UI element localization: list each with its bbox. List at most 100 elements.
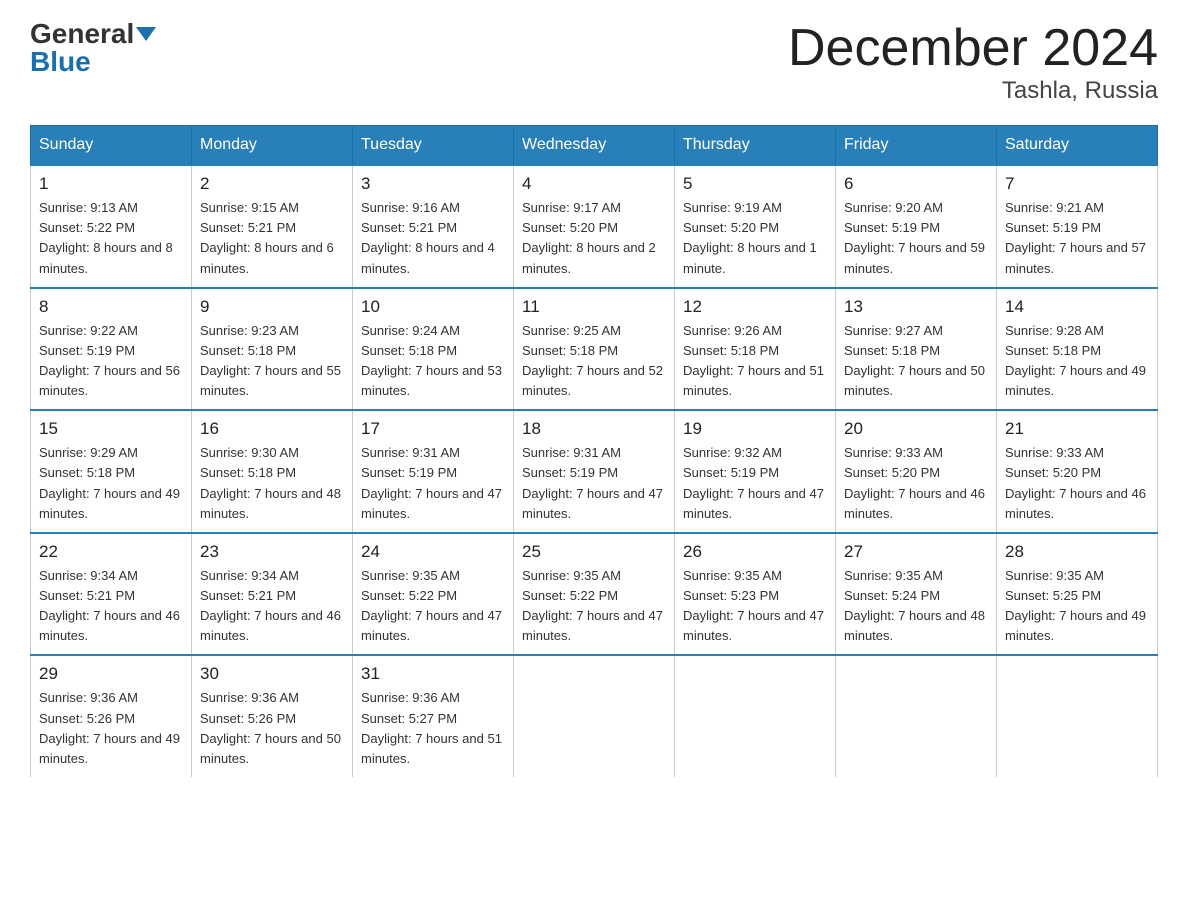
table-row: 4 Sunrise: 9:17 AMSunset: 5:20 PMDayligh…	[514, 165, 675, 288]
col-friday: Friday	[836, 126, 997, 166]
table-row: 23 Sunrise: 9:34 AMSunset: 5:21 PMDaylig…	[192, 533, 353, 656]
table-row: 19 Sunrise: 9:32 AMSunset: 5:19 PMDaylig…	[675, 410, 836, 533]
table-row: 7 Sunrise: 9:21 AMSunset: 5:19 PMDayligh…	[997, 165, 1158, 288]
title-block: December 2024 Tashla, Russia	[788, 20, 1158, 105]
table-row: 1 Sunrise: 9:13 AMSunset: 5:22 PMDayligh…	[31, 165, 192, 288]
day-number: 27	[844, 542, 988, 562]
day-info: Sunrise: 9:23 AMSunset: 5:18 PMDaylight:…	[200, 323, 341, 398]
day-info: Sunrise: 9:36 AMSunset: 5:27 PMDaylight:…	[361, 690, 502, 765]
day-number: 25	[522, 542, 666, 562]
day-info: Sunrise: 9:24 AMSunset: 5:18 PMDaylight:…	[361, 323, 502, 398]
calendar-week-row: 15 Sunrise: 9:29 AMSunset: 5:18 PMDaylig…	[31, 410, 1158, 533]
day-info: Sunrise: 9:21 AMSunset: 5:19 PMDaylight:…	[1005, 200, 1146, 275]
table-row: 31 Sunrise: 9:36 AMSunset: 5:27 PMDaylig…	[353, 655, 514, 777]
day-info: Sunrise: 9:35 AMSunset: 5:22 PMDaylight:…	[522, 568, 663, 643]
col-thursday: Thursday	[675, 126, 836, 166]
logo-blue-text: Blue	[30, 48, 91, 76]
logo-triangle-icon	[136, 27, 156, 41]
day-number: 4	[522, 174, 666, 194]
day-number: 13	[844, 297, 988, 317]
day-number: 5	[683, 174, 827, 194]
table-row	[514, 655, 675, 777]
table-row: 8 Sunrise: 9:22 AMSunset: 5:19 PMDayligh…	[31, 288, 192, 411]
day-info: Sunrise: 9:28 AMSunset: 5:18 PMDaylight:…	[1005, 323, 1146, 398]
table-row: 28 Sunrise: 9:35 AMSunset: 5:25 PMDaylig…	[997, 533, 1158, 656]
table-row: 24 Sunrise: 9:35 AMSunset: 5:22 PMDaylig…	[353, 533, 514, 656]
day-info: Sunrise: 9:35 AMSunset: 5:22 PMDaylight:…	[361, 568, 502, 643]
table-row: 16 Sunrise: 9:30 AMSunset: 5:18 PMDaylig…	[192, 410, 353, 533]
day-info: Sunrise: 9:27 AMSunset: 5:18 PMDaylight:…	[844, 323, 985, 398]
day-number: 7	[1005, 174, 1149, 194]
day-number: 11	[522, 297, 666, 317]
day-info: Sunrise: 9:35 AMSunset: 5:23 PMDaylight:…	[683, 568, 824, 643]
day-number: 29	[39, 664, 183, 684]
day-info: Sunrise: 9:22 AMSunset: 5:19 PMDaylight:…	[39, 323, 180, 398]
day-number: 14	[1005, 297, 1149, 317]
day-number: 18	[522, 419, 666, 439]
day-info: Sunrise: 9:19 AMSunset: 5:20 PMDaylight:…	[683, 200, 817, 275]
calendar-week-row: 22 Sunrise: 9:34 AMSunset: 5:21 PMDaylig…	[31, 533, 1158, 656]
day-number: 12	[683, 297, 827, 317]
day-number: 19	[683, 419, 827, 439]
table-row: 5 Sunrise: 9:19 AMSunset: 5:20 PMDayligh…	[675, 165, 836, 288]
day-number: 23	[200, 542, 344, 562]
calendar-table: Sunday Monday Tuesday Wednesday Thursday…	[30, 125, 1158, 777]
day-info: Sunrise: 9:34 AMSunset: 5:21 PMDaylight:…	[200, 568, 341, 643]
day-info: Sunrise: 9:31 AMSunset: 5:19 PMDaylight:…	[361, 445, 502, 520]
calendar-title: December 2024	[788, 20, 1158, 77]
table-row: 13 Sunrise: 9:27 AMSunset: 5:18 PMDaylig…	[836, 288, 997, 411]
day-info: Sunrise: 9:26 AMSunset: 5:18 PMDaylight:…	[683, 323, 824, 398]
day-info: Sunrise: 9:33 AMSunset: 5:20 PMDaylight:…	[1005, 445, 1146, 520]
calendar-week-row: 29 Sunrise: 9:36 AMSunset: 5:26 PMDaylig…	[31, 655, 1158, 777]
day-info: Sunrise: 9:34 AMSunset: 5:21 PMDaylight:…	[39, 568, 180, 643]
day-info: Sunrise: 9:30 AMSunset: 5:18 PMDaylight:…	[200, 445, 341, 520]
table-row: 6 Sunrise: 9:20 AMSunset: 5:19 PMDayligh…	[836, 165, 997, 288]
calendar-week-row: 1 Sunrise: 9:13 AMSunset: 5:22 PMDayligh…	[31, 165, 1158, 288]
table-row: 14 Sunrise: 9:28 AMSunset: 5:18 PMDaylig…	[997, 288, 1158, 411]
day-info: Sunrise: 9:29 AMSunset: 5:18 PMDaylight:…	[39, 445, 180, 520]
day-info: Sunrise: 9:36 AMSunset: 5:26 PMDaylight:…	[200, 690, 341, 765]
day-number: 28	[1005, 542, 1149, 562]
table-row: 11 Sunrise: 9:25 AMSunset: 5:18 PMDaylig…	[514, 288, 675, 411]
table-row: 29 Sunrise: 9:36 AMSunset: 5:26 PMDaylig…	[31, 655, 192, 777]
day-number: 10	[361, 297, 505, 317]
day-info: Sunrise: 9:36 AMSunset: 5:26 PMDaylight:…	[39, 690, 180, 765]
day-number: 26	[683, 542, 827, 562]
day-number: 2	[200, 174, 344, 194]
col-sunday: Sunday	[31, 126, 192, 166]
day-number: 20	[844, 419, 988, 439]
table-row	[836, 655, 997, 777]
table-row: 20 Sunrise: 9:33 AMSunset: 5:20 PMDaylig…	[836, 410, 997, 533]
day-info: Sunrise: 9:33 AMSunset: 5:20 PMDaylight:…	[844, 445, 985, 520]
day-info: Sunrise: 9:16 AMSunset: 5:21 PMDaylight:…	[361, 200, 495, 275]
day-info: Sunrise: 9:31 AMSunset: 5:19 PMDaylight:…	[522, 445, 663, 520]
calendar-week-row: 8 Sunrise: 9:22 AMSunset: 5:19 PMDayligh…	[31, 288, 1158, 411]
day-number: 31	[361, 664, 505, 684]
table-row: 12 Sunrise: 9:26 AMSunset: 5:18 PMDaylig…	[675, 288, 836, 411]
day-number: 22	[39, 542, 183, 562]
day-number: 17	[361, 419, 505, 439]
calendar-subtitle: Tashla, Russia	[788, 77, 1158, 105]
header-row: Sunday Monday Tuesday Wednesday Thursday…	[31, 126, 1158, 166]
page-header: General Blue December 2024 Tashla, Russi…	[30, 20, 1158, 105]
day-info: Sunrise: 9:15 AMSunset: 5:21 PMDaylight:…	[200, 200, 334, 275]
day-number: 24	[361, 542, 505, 562]
day-info: Sunrise: 9:20 AMSunset: 5:19 PMDaylight:…	[844, 200, 985, 275]
table-row: 21 Sunrise: 9:33 AMSunset: 5:20 PMDaylig…	[997, 410, 1158, 533]
day-info: Sunrise: 9:35 AMSunset: 5:24 PMDaylight:…	[844, 568, 985, 643]
table-row: 2 Sunrise: 9:15 AMSunset: 5:21 PMDayligh…	[192, 165, 353, 288]
table-row	[675, 655, 836, 777]
col-monday: Monday	[192, 126, 353, 166]
table-row: 18 Sunrise: 9:31 AMSunset: 5:19 PMDaylig…	[514, 410, 675, 533]
logo-general-text: General	[30, 20, 156, 48]
day-number: 15	[39, 419, 183, 439]
day-number: 1	[39, 174, 183, 194]
day-info: Sunrise: 9:32 AMSunset: 5:19 PMDaylight:…	[683, 445, 824, 520]
table-row: 26 Sunrise: 9:35 AMSunset: 5:23 PMDaylig…	[675, 533, 836, 656]
day-info: Sunrise: 9:25 AMSunset: 5:18 PMDaylight:…	[522, 323, 663, 398]
col-tuesday: Tuesday	[353, 126, 514, 166]
day-number: 8	[39, 297, 183, 317]
logo: General Blue	[30, 20, 156, 76]
table-row: 15 Sunrise: 9:29 AMSunset: 5:18 PMDaylig…	[31, 410, 192, 533]
table-row: 10 Sunrise: 9:24 AMSunset: 5:18 PMDaylig…	[353, 288, 514, 411]
